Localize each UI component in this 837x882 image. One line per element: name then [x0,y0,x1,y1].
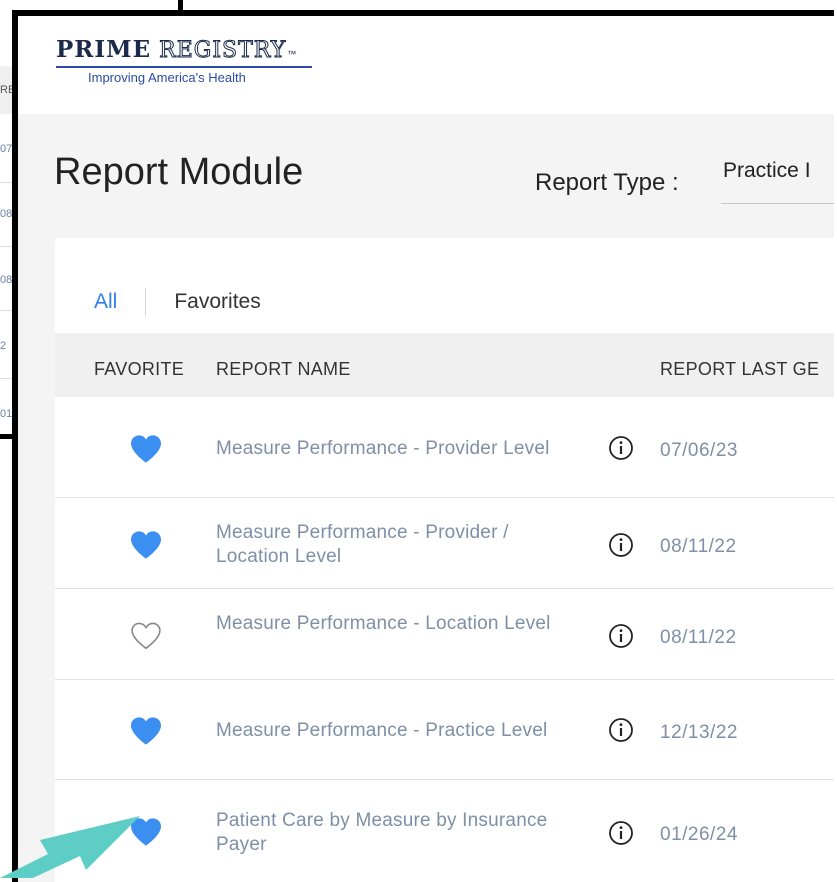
app-window: PRIME REGISTRY ™ Improving America's Hea… [12,10,834,882]
logo-registry-text: REGISTRY [159,38,287,64]
report-last-generated: 01/26/24 [660,824,738,845]
report-last-generated: 12/13/22 [660,722,738,743]
report-name-link[interactable]: Measure Performance - Provider / Locatio… [216,521,556,569]
column-header-report-last-generated[interactable]: REPORT LAST GE [660,359,819,380]
table-header: FAVORITE REPORT NAME REPORT LAST GE [55,333,834,397]
heart-filled-icon[interactable] [129,716,163,746]
info-circle-icon[interactable] [608,532,634,558]
table-row[interactable]: Measure Performance - Practice Level 12/… [55,679,834,780]
info-circle-icon[interactable] [608,623,634,649]
logo-tagline: Improving America's Health [88,70,246,85]
info-circle-icon[interactable] [608,820,634,846]
background-date-fragment: 2 [0,340,7,352]
column-header-favorite[interactable]: FAVORITE [94,359,184,380]
table-row[interactable]: Measure Performance - Provider / Locatio… [55,497,834,589]
background-date-fragment: 07 [0,143,13,155]
report-type-select[interactable]: Practice I [721,159,834,204]
top-bar: PRIME REGISTRY ™ Improving America's Hea… [18,16,834,114]
info-circle-icon[interactable] [608,717,634,743]
logo-trademark: ™ [287,49,297,59]
info-circle-icon[interactable] [608,435,634,461]
report-last-generated: 08/11/22 [660,536,737,557]
prime-registry-logo[interactable]: PRIME REGISTRY ™ Improving America's Hea… [56,36,312,85]
report-list-card: All Favorites FAVORITE REPORT NAME REPOR… [55,238,834,882]
column-header-report-name[interactable]: REPORT NAME [216,359,351,380]
page-title: Report Module [54,151,304,193]
report-last-generated: 08/11/22 [660,627,737,648]
table-row[interactable]: Patient Care by Measure by Insurance Pay… [55,779,834,882]
report-name-link[interactable]: Measure Performance - Practice Level [216,719,591,743]
report-name-link[interactable]: Patient Care by Measure by Insurance Pay… [216,809,591,857]
table-row[interactable]: Measure Performance - Provider Level 07/… [55,397,834,498]
report-last-generated: 07/06/23 [660,440,738,461]
report-filter-tabs: All Favorites [94,288,261,316]
report-name-link[interactable]: Measure Performance - Location Level [216,612,556,636]
report-name-link[interactable]: Measure Performance - Provider Level [216,437,591,461]
table-row[interactable]: Measure Performance - Location Level 08/… [55,588,834,680]
logo-underline [56,66,312,68]
arrow-annotation [0,816,140,878]
tab-favorites[interactable]: Favorites [174,290,260,314]
background-date-fragment: 08 [0,274,13,286]
tab-all[interactable]: All [94,290,117,314]
report-type-label: Report Type : [535,169,679,196]
background-date-fragment: 08 [0,208,13,220]
logo-prime-text: PRIME [56,36,152,63]
tab-divider [145,288,147,316]
heart-outline-icon[interactable] [129,621,163,651]
heart-filled-icon[interactable] [129,434,163,464]
heart-filled-icon[interactable] [129,530,163,560]
background-date-fragment: 01 [0,408,13,420]
